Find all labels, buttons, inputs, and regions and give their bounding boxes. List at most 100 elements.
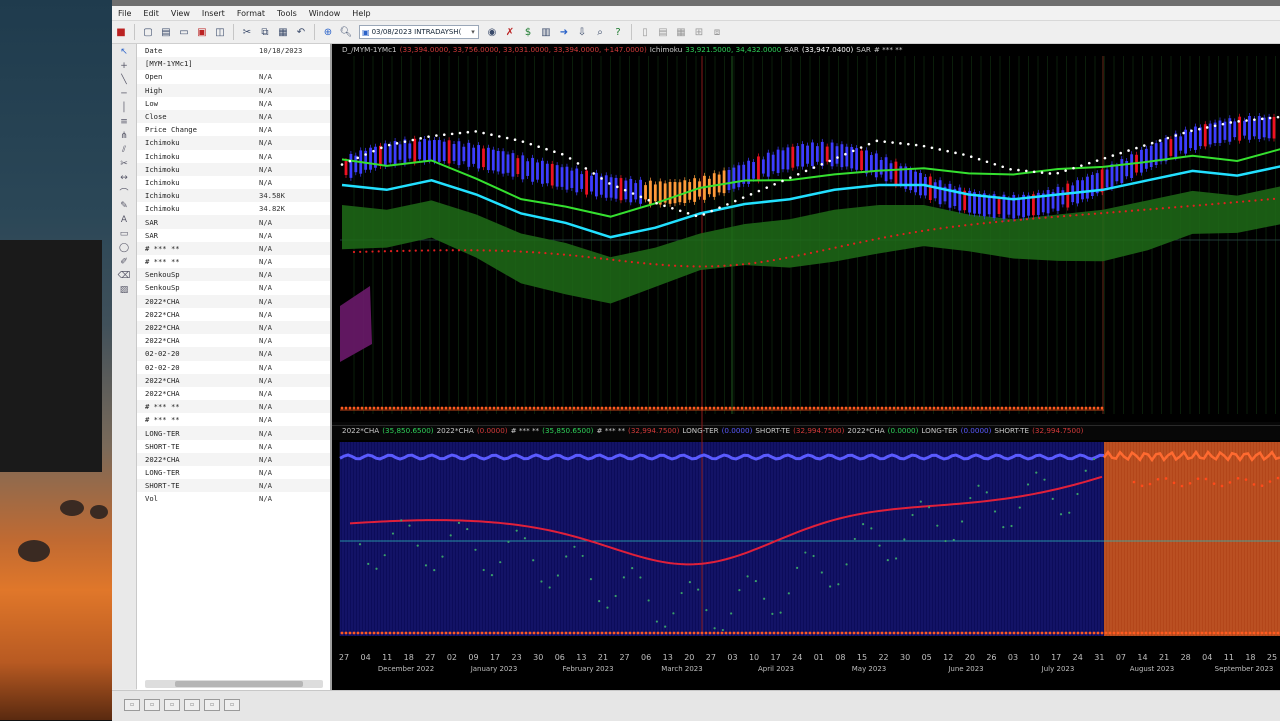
baseline-dot [1092, 406, 1096, 410]
cha-dot [680, 591, 683, 595]
eraser-icon[interactable]: ⌫ [116, 270, 132, 282]
baseline-dot [560, 406, 564, 410]
x-axis-day-label: 11 [382, 653, 392, 662]
candle-body [555, 165, 559, 187]
indicator-baseline-dot [1004, 631, 1008, 635]
magnifier-icon[interactable]: ⌕ [592, 24, 608, 40]
sar-dot [1135, 146, 1138, 150]
sheet-tab-icon[interactable]: ▫ [144, 699, 160, 711]
symbol-interval-select[interactable]: ▣ 03/08/2023 INTRADAYSH( ▾ [359, 25, 479, 39]
indicator-baseline-dot [552, 631, 556, 635]
indicator-baseline-dot [1256, 631, 1260, 635]
new-icon[interactable]: ▢ [140, 24, 156, 40]
sheet-tab-icon[interactable]: ▫ [184, 699, 200, 711]
indicator-baseline-dot [960, 631, 964, 635]
tenkan-dot [865, 239, 868, 243]
help-icon[interactable]: ? [610, 24, 626, 40]
download-icon[interactable]: ⇩ [574, 24, 590, 40]
candle-body [1046, 190, 1050, 214]
sheet-tab-icon[interactable]: ▫ [204, 699, 220, 711]
measure-icon[interactable]: ↔ [116, 172, 132, 184]
crosshair-icon[interactable]: + [116, 60, 132, 72]
sheet-tab-icon[interactable]: ▫ [164, 699, 180, 711]
print-icon[interactable]: ▣ [194, 24, 210, 40]
data-row-label: SAR [145, 217, 158, 227]
tenkan-dot [809, 251, 813, 255]
x-axis-day-label: 24 [792, 653, 802, 662]
copy-icon[interactable]: ⧉ [257, 24, 273, 40]
legend-entry: # *** ** [596, 426, 626, 435]
pitchfork-icon[interactable]: ⋔ [116, 130, 132, 142]
baseline-dot [420, 406, 424, 410]
baseline-dot [612, 406, 616, 410]
sheet-tab-icon[interactable]: ▫ [124, 699, 140, 711]
baseline-dot [756, 406, 760, 410]
chart-canvas[interactable]: 27 04 11 18 27 02 09 17 23 30 06 13 21 27 06 13 20 27 03 10… [332, 44, 1280, 690]
data-window-scrollbar[interactable] [145, 680, 323, 688]
indicator-baseline-dot [500, 631, 504, 635]
baseline-dot [948, 406, 952, 410]
menu-insert[interactable]: Insert [196, 9, 231, 18]
folder-icon[interactable]: ▭ [176, 24, 192, 40]
sar-dot [1080, 164, 1083, 167]
menu-file[interactable]: File [112, 9, 137, 18]
arrow-icon[interactable]: ➜ [556, 24, 572, 40]
horizontal-line-icon[interactable]: ─ [116, 88, 132, 100]
sar-dot [545, 147, 548, 151]
menu-view[interactable]: View [165, 9, 196, 18]
layout-icon[interactable]: ▯ [637, 24, 653, 40]
arc-icon[interactable]: ⌒ [116, 186, 132, 199]
menu-help[interactable]: Help [346, 9, 376, 18]
sar-dot [1158, 139, 1162, 142]
pointer-icon[interactable]: ↖ [116, 46, 132, 58]
channel-icon[interactable]: ⫽ [116, 144, 132, 156]
baseline-dot [396, 406, 400, 410]
scrollbar-thumb[interactable] [175, 681, 303, 687]
tenkan-dot [988, 221, 992, 224]
sar-dot [773, 183, 776, 186]
candle-body [678, 182, 682, 203]
zoom-icon[interactable]: 🔍︎ [338, 24, 354, 40]
menu-format[interactable]: Format [231, 9, 271, 18]
x-axis-day-label: 27 [425, 653, 435, 662]
pencil-icon[interactable]: ✎ [116, 200, 132, 212]
chart-icon[interactable]: ◫ [212, 24, 228, 40]
x-axis-day-label: 21 [598, 653, 608, 662]
ellipse-icon[interactable]: ◯ [116, 242, 132, 254]
tile-icon[interactable]: ▤ [655, 24, 671, 40]
baseline-dot [1036, 406, 1040, 410]
marker-icon[interactable]: ✐ [116, 256, 132, 268]
vertical-line-icon[interactable]: │ [116, 102, 132, 114]
menu-edit[interactable]: Edit [137, 9, 165, 18]
candle-body [987, 196, 991, 215]
cut-icon[interactable]: ✂ [239, 24, 255, 40]
trendline-icon[interactable]: ╲ [116, 74, 132, 86]
wallpaper-rock [18, 540, 50, 562]
window-icon[interactable]: ⊞ [691, 24, 707, 40]
indicator-baseline-dot [576, 631, 580, 635]
tenkan-dot [544, 251, 547, 255]
lock-icon[interactable]: ▨ [116, 284, 132, 296]
paste-icon[interactable]: ▦ [275, 24, 291, 40]
strategy-icon[interactable]: ✗ [502, 24, 518, 40]
sar-dot [1205, 126, 1209, 129]
cha-dot [482, 568, 485, 572]
open-icon[interactable]: ▤ [158, 24, 174, 40]
menu-tools[interactable]: Tools [271, 9, 303, 18]
portfolio-icon[interactable]: ▥ [538, 24, 554, 40]
globe-icon[interactable]: ◉ [484, 24, 500, 40]
grid-icon[interactable]: ▦ [673, 24, 689, 40]
chart-pane[interactable]: 27 04 11 18 27 02 09 17 23 30 06 13 21 27 06 13 20 27 03 10… [332, 44, 1280, 690]
text-icon[interactable]: A [116, 214, 132, 226]
cascade-icon[interactable]: ⧈ [709, 24, 725, 40]
menu-window[interactable]: Window [303, 9, 347, 18]
fibonacci-icon[interactable]: ≡ [116, 116, 132, 128]
rectangle-icon[interactable]: ▭ [116, 228, 132, 240]
sheet-tab-icon[interactable]: ▫ [224, 699, 240, 711]
scissors-icon[interactable]: ✂ [116, 158, 132, 170]
undo-icon[interactable]: ↶ [293, 24, 309, 40]
dollar-icon[interactable]: $ [520, 24, 536, 40]
target-icon[interactable]: ⊕ [320, 24, 336, 40]
candle-body [565, 166, 569, 190]
x-axis-day-label: 14 [1137, 653, 1147, 662]
